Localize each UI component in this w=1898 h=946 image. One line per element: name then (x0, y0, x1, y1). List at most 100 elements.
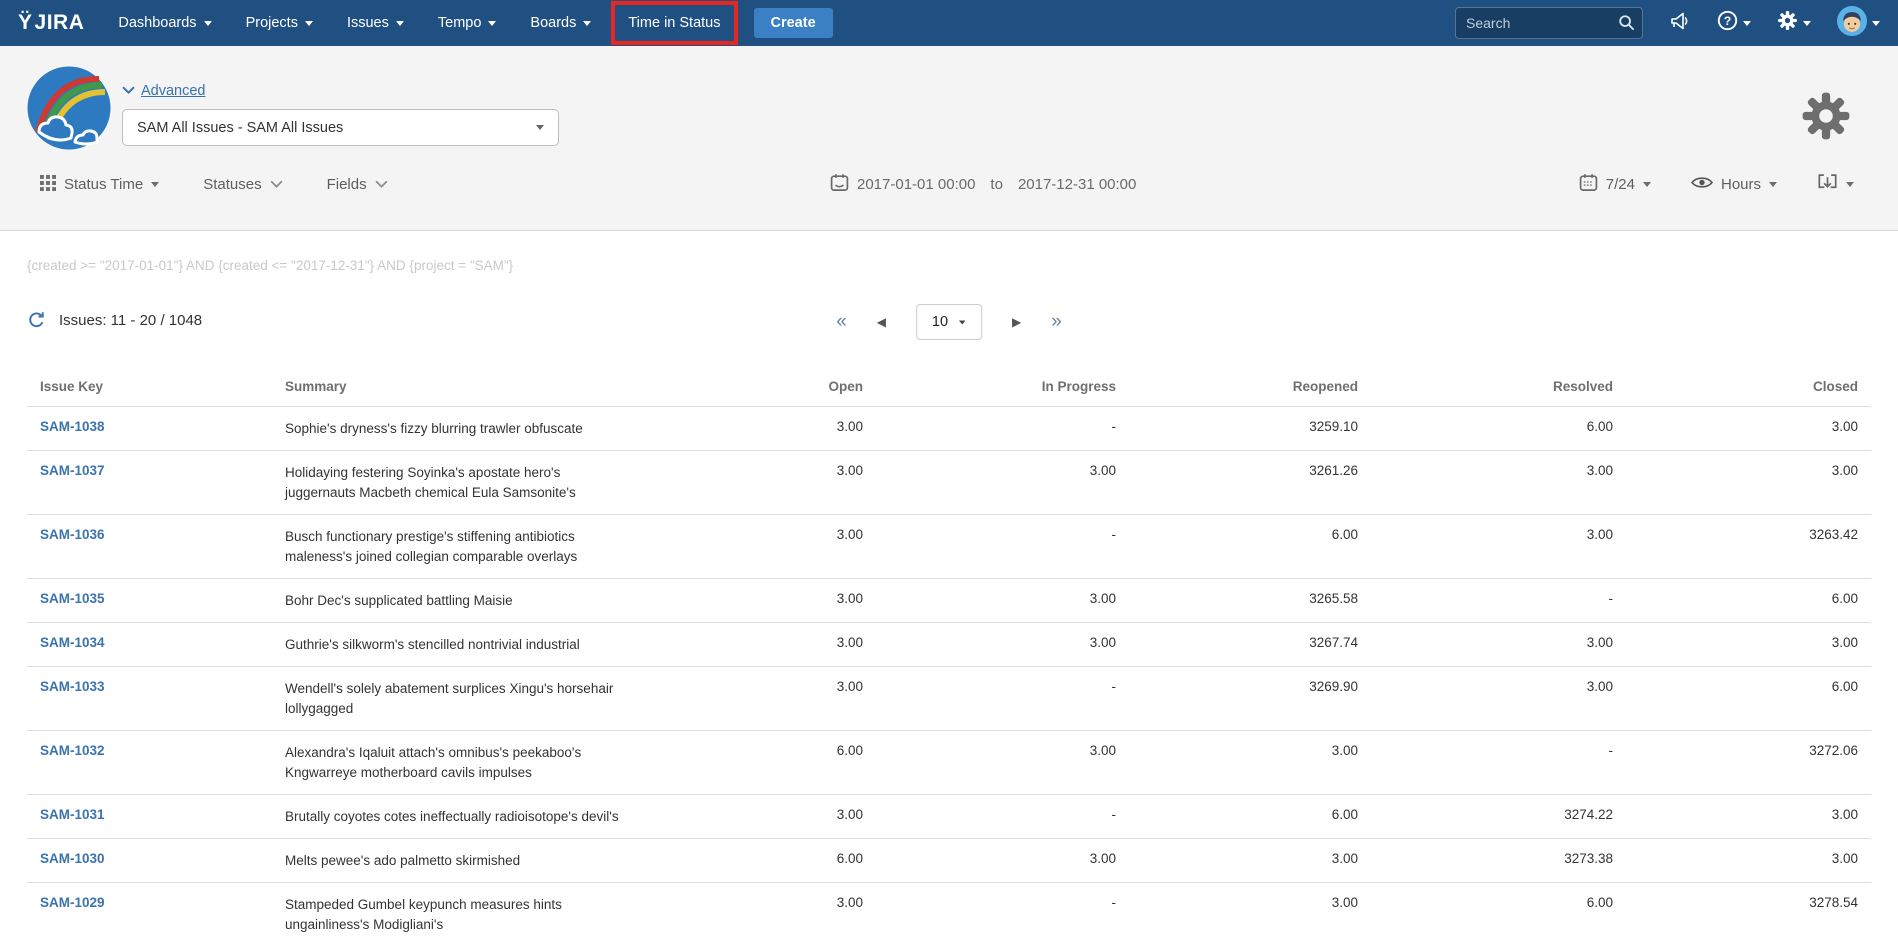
open-value: 3.00 (661, 579, 876, 623)
jql-query-text: {created >= "2017-01-01"} AND {created <… (27, 258, 1871, 273)
jira-logo-text: JIRA (35, 11, 85, 35)
caret-down-icon (1769, 182, 1777, 187)
table-row: SAM-1029 Stampeded Gumbel keypunch measu… (27, 883, 1871, 946)
chevron-down-icon (1803, 21, 1811, 26)
grid-icon (40, 175, 56, 195)
resolved-value: 3.00 (1371, 515, 1626, 579)
refresh-icon[interactable] (27, 311, 46, 330)
nav-dashboards[interactable]: Dashboards (118, 15, 211, 31)
reopened-value: 3261.26 (1129, 451, 1371, 515)
nav-time-in-status[interactable]: Time in Status (628, 15, 720, 31)
nav-issues[interactable]: Issues (347, 15, 404, 31)
issue-key-link[interactable]: SAM-1034 (40, 635, 105, 650)
chevron-down-icon (375, 180, 388, 189)
last-page-button[interactable]: » (1051, 303, 1062, 341)
export-download-icon (1817, 173, 1838, 196)
col-resolved: Resolved (1371, 371, 1626, 407)
issue-key-link[interactable]: SAM-1038 (40, 419, 105, 434)
advanced-toggle[interactable]: Advanced (122, 83, 206, 99)
col-in-progress: In Progress (876, 371, 1129, 407)
table-row: SAM-1035 Bohr Dec's supplicated battling… (27, 579, 1871, 623)
filter-select[interactable]: SAM All Issues - SAM All Issues (122, 109, 559, 146)
chevron-down-icon (204, 21, 212, 26)
results-row: Issues: 11 - 20 / 1048 « ◀ 10 ▶ » (27, 303, 1871, 345)
page-size-value: 10 (932, 314, 948, 330)
table-row: SAM-1036 Busch functionary prestige's st… (27, 515, 1871, 579)
closed-value: 3272.06 (1626, 731, 1871, 795)
date-to: 2017-12-31 00:00 (1018, 176, 1136, 193)
table-row: SAM-1031 Brutally coyotes cotes ineffect… (27, 795, 1871, 839)
statuses-menu[interactable]: Statuses (203, 176, 282, 193)
table-row: SAM-1038 Sophie's dryness's fizzy blurri… (27, 407, 1871, 451)
in-progress-value: - (876, 795, 1129, 839)
previous-page-button[interactable]: ◀ (877, 303, 886, 341)
issue-summary: Alexandra's Iqaluit attach's omnibus's p… (285, 743, 630, 783)
create-button[interactable]: Create (754, 8, 833, 38)
closed-value: 3.00 (1626, 795, 1871, 839)
closed-value: 6.00 (1626, 579, 1871, 623)
reopened-value: 3.00 (1129, 731, 1371, 795)
issue-summary: Bohr Dec's supplicated battling Maisie (285, 591, 630, 611)
open-value: 3.00 (661, 623, 876, 667)
chevron-down-icon (270, 180, 283, 189)
open-value: 3.00 (661, 451, 876, 515)
fields-menu[interactable]: Fields (327, 176, 388, 193)
issue-key-link[interactable]: SAM-1029 (40, 895, 105, 910)
nav-tempo[interactable]: Tempo (438, 15, 497, 31)
in-progress-value: - (876, 667, 1129, 731)
user-profile-menu[interactable] (1837, 6, 1880, 41)
reopened-value: 3.00 (1129, 839, 1371, 883)
report-settings-gear-icon[interactable] (1800, 90, 1852, 147)
next-page-button[interactable]: ▶ (1012, 303, 1021, 341)
admin-settings-menu[interactable] (1777, 10, 1811, 36)
issue-key-link[interactable]: SAM-1035 (40, 591, 105, 606)
closed-value: 3278.54 (1626, 883, 1871, 946)
search-input[interactable] (1455, 7, 1643, 39)
closed-value: 3.00 (1626, 839, 1871, 883)
issue-key-link[interactable]: SAM-1030 (40, 851, 105, 866)
status-time-table: Issue Key Summary Open In Progress Reope… (27, 371, 1871, 946)
resolved-value: 6.00 (1371, 883, 1626, 946)
help-menu[interactable]: ? (1717, 10, 1751, 36)
table-header-row: Issue Key Summary Open In Progress Reope… (27, 371, 1871, 407)
pagination: « ◀ 10 ▶ » (836, 303, 1062, 341)
caret-down-icon (151, 182, 159, 187)
nav-projects[interactable]: Projects (246, 15, 313, 31)
date-range-picker[interactable]: 2017-01-01 00:00 to 2017-12-31 00:00 (830, 173, 1136, 196)
status-time-menu[interactable]: Status Time (40, 175, 159, 195)
issue-key-link[interactable]: SAM-1036 (40, 527, 105, 542)
display-unit-menu[interactable]: Hours (1691, 175, 1777, 194)
issue-key-link[interactable]: SAM-1037 (40, 463, 105, 478)
date-from: 2017-01-01 00:00 (857, 176, 975, 193)
table-row: SAM-1034 Guthrie's silkworm's stencilled… (27, 623, 1871, 667)
page-size-select[interactable]: 10 (916, 304, 982, 340)
megaphone-icon (1669, 11, 1691, 36)
issue-key-link[interactable]: SAM-1031 (40, 807, 105, 822)
filter-select-value: SAM All Issues - SAM All Issues (137, 120, 343, 136)
chevron-down-icon (1743, 21, 1751, 26)
jira-logo[interactable]: Ÿ JIRA (18, 11, 84, 35)
nav-boards[interactable]: Boards (530, 15, 591, 31)
closed-value: 3.00 (1626, 623, 1871, 667)
resolved-value: 3273.38 (1371, 839, 1626, 883)
time-in-status-highlight-box: Time in Status (611, 1, 737, 45)
reopened-value: 6.00 (1129, 795, 1371, 839)
chevron-down-icon (583, 21, 591, 26)
in-progress-value: - (876, 407, 1129, 451)
chevron-down-icon (122, 86, 135, 95)
issue-key-link[interactable]: SAM-1032 (40, 743, 105, 758)
first-page-button[interactable]: « (836, 303, 847, 341)
table-row: SAM-1030 Melts pewee's ado palmetto skir… (27, 839, 1871, 883)
issue-key-link[interactable]: SAM-1033 (40, 679, 105, 694)
chevron-down-icon (396, 21, 404, 26)
issue-summary: Wendell's solely abatement surplices Xin… (285, 679, 630, 719)
announcements-button[interactable] (1669, 11, 1691, 36)
issue-summary: Busch functionary prestige's stiffening … (285, 527, 630, 567)
reopened-value: 3259.10 (1129, 407, 1371, 451)
calendar-mode-menu[interactable]: 7/24 (1579, 173, 1651, 196)
reopened-value: 6.00 (1129, 515, 1371, 579)
reopened-value: 3267.74 (1129, 623, 1371, 667)
table-row: SAM-1032 Alexandra's Iqaluit attach's om… (27, 731, 1871, 795)
export-menu[interactable] (1817, 173, 1854, 196)
chevron-down-icon (1872, 21, 1880, 26)
